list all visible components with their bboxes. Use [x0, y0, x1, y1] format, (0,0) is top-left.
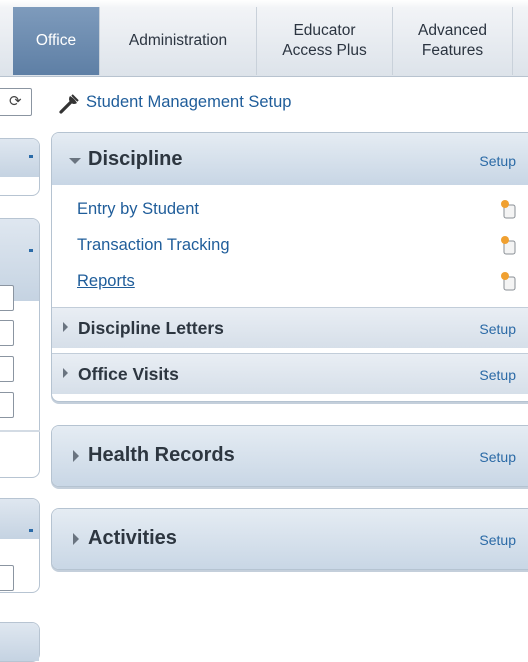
- entry-by-student-link[interactable]: Entry by Student: [77, 200, 199, 219]
- left-panel-2: [0, 218, 40, 478]
- expand-arrow-icon[interactable]: [73, 450, 79, 462]
- left-checkbox-5[interactable]: [0, 565, 14, 591]
- left-panel-1-link[interactable]: [29, 155, 33, 158]
- pin-icon[interactable]: [500, 199, 516, 219]
- expand-arrow-icon[interactable]: [73, 533, 79, 545]
- left-panel-4: [0, 622, 40, 662]
- breadcrumb-link[interactable]: Student Management Setup: [86, 93, 291, 112]
- tab-administration-label: Administration: [128, 32, 228, 49]
- health-records-setup-link[interactable]: Setup: [479, 449, 516, 465]
- activities-setup-link[interactable]: Setup: [479, 532, 516, 548]
- tab-office[interactable]: Office: [13, 7, 99, 75]
- health-records-title: Health Records: [88, 444, 235, 466]
- discipline-letters-setup-link[interactable]: Setup: [479, 321, 516, 337]
- pin-icon[interactable]: [500, 235, 516, 255]
- left-panel-2-link[interactable]: [29, 249, 33, 252]
- reports-link[interactable]: Reports: [77, 272, 135, 291]
- expand-arrow-icon[interactable]: [63, 322, 68, 332]
- office-visits-setup-link[interactable]: Setup: [479, 367, 516, 383]
- breadcrumb: ⟳ Student Management Setup: [0, 88, 528, 118]
- transaction-tracking-link[interactable]: Transaction Tracking: [77, 236, 230, 255]
- health-records-header[interactable]: Health Records Setup: [52, 426, 528, 486]
- left-checkbox-4[interactable]: [0, 392, 14, 418]
- top-nav-bar: Office Administration Educator Access Pl…: [0, 0, 528, 77]
- tab-overflow[interactable]: [512, 7, 528, 75]
- tab-advanced-features-label: Advanced Features: [418, 22, 487, 59]
- activities-header[interactable]: Activities Setup: [52, 509, 528, 569]
- left-panel-1: [0, 138, 40, 196]
- activities-title: Activities: [88, 527, 177, 549]
- left-panel-1-header: [0, 139, 39, 177]
- tab-office-label: Office: [35, 32, 77, 49]
- health-records-card: Health Records Setup: [51, 425, 528, 487]
- pin-icon[interactable]: [500, 271, 516, 291]
- tab-advanced-features[interactable]: Advanced Features: [392, 7, 512, 75]
- discipline-letters-title: Discipline Letters: [78, 318, 224, 338]
- refresh-button[interactable]: ⟳: [0, 88, 32, 116]
- expand-arrow-icon[interactable]: [63, 368, 68, 378]
- office-visits-title: Office Visits: [78, 364, 179, 384]
- refresh-icon: ⟳: [9, 93, 22, 110]
- left-checkbox-2[interactable]: [0, 320, 14, 346]
- discipline-setup-link[interactable]: Setup: [479, 153, 516, 169]
- tab-educator-access-plus-label: Educator Access Plus: [282, 22, 367, 59]
- wrench-icon: [59, 94, 79, 114]
- discipline-title: Discipline: [88, 148, 183, 170]
- discipline-header[interactable]: Discipline Setup: [52, 133, 528, 185]
- left-checkbox-1[interactable]: [0, 285, 14, 311]
- left-checkbox-3[interactable]: [0, 356, 14, 382]
- left-divider: [0, 430, 40, 432]
- discipline-letters-row[interactable]: Discipline Letters Setup: [52, 307, 528, 348]
- left-panel-3-header: [0, 499, 39, 539]
- left-panel-4-header: [0, 623, 39, 661]
- tab-administration[interactable]: Administration: [99, 7, 256, 75]
- tab-educator-access-plus[interactable]: Educator Access Plus: [256, 7, 392, 75]
- discipline-card: Discipline Setup Entry by Student Transa…: [51, 132, 528, 402]
- activities-card: Activities Setup: [51, 508, 528, 570]
- collapse-arrow-icon[interactable]: [69, 158, 81, 164]
- left-panel-3-link[interactable]: [29, 529, 33, 532]
- office-visits-row[interactable]: Office Visits Setup: [52, 353, 528, 394]
